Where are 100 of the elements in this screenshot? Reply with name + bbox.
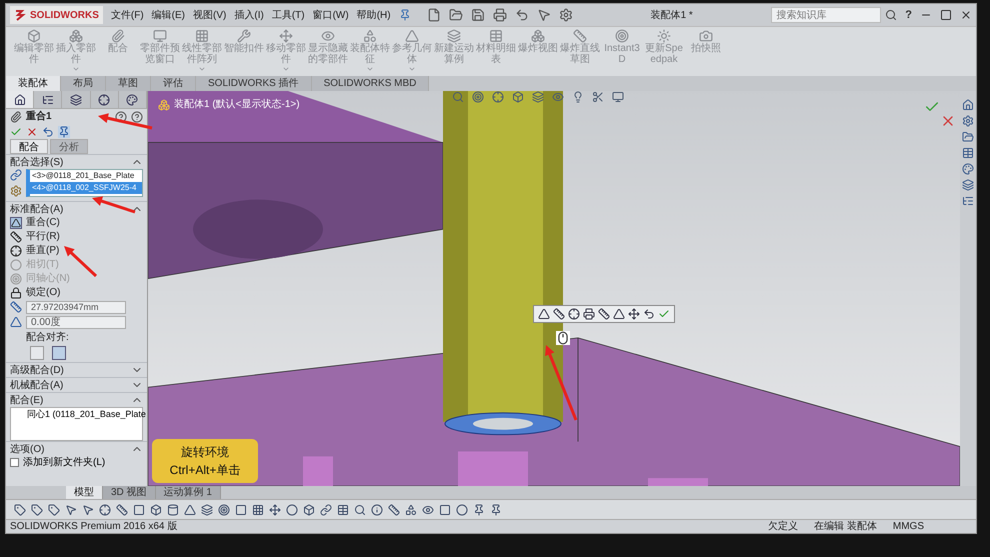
view-tool-icon[interactable] [472,91,484,103]
ok-icon[interactable] [10,126,22,138]
command-tab[interactable]: SOLIDWORKS 插件 [196,76,312,91]
status-units[interactable]: MMGS [892,519,924,534]
mate-tool-icon[interactable] [583,308,595,320]
undo-icon[interactable] [514,8,529,22]
pointer-icon[interactable] [65,504,77,516]
save-icon[interactable] [470,8,485,22]
view-tool-icon[interactable] [512,91,524,103]
command-tab[interactable]: SOLIDWORKS MBD [312,76,430,91]
menu-item[interactable]: 视图(V) [193,8,226,22]
mate-type-option[interactable]: 锁定(O) [10,286,143,299]
panel-tab[interactable] [62,91,91,108]
task-pane-icon[interactable] [962,195,974,207]
box-icon[interactable] [150,504,162,516]
task-pane-icon[interactable] [962,147,974,159]
mate-item[interactable]: 同心1 (0118_201_Base_Plate [27,408,146,422]
print-icon[interactable] [492,8,507,22]
maximize-icon[interactable] [940,9,952,21]
info-icon[interactable] [371,504,383,516]
view-tool-icon[interactable] [612,91,624,103]
mate-type-option[interactable]: 垂直(P) [10,244,143,257]
feature-tree-root[interactable]: 装配体1 (默认<显示状态-1>) [174,97,300,112]
task-pane-icon[interactable] [962,115,974,127]
pin-icon[interactable] [58,126,70,138]
mate-type-option[interactable]: 平行(R) [10,230,143,243]
mate-tool-icon[interactable] [628,308,640,320]
mate-tool-icon[interactable] [598,308,610,320]
anti-aligned-button[interactable] [52,346,66,360]
pin-icon[interactable] [473,504,485,516]
task-pane-icon[interactable] [962,179,974,191]
square-icon[interactable] [235,504,247,516]
view-tool-icon[interactable] [592,91,604,103]
view-tool-icon[interactable] [572,91,584,103]
mate-tool-icon[interactable] [643,308,655,320]
menu-item[interactable]: 编辑(E) [152,8,186,22]
task-pane-icon[interactable] [962,163,974,175]
search-icon[interactable] [354,504,366,516]
table-icon[interactable] [337,504,349,516]
box-icon[interactable] [303,504,315,516]
command-tab[interactable]: 布局 [61,76,106,91]
panel-tab[interactable] [90,91,119,108]
angle-field[interactable]: 0.00度 [26,316,126,328]
settings-icon[interactable] [558,8,573,22]
menu-item[interactable]: 文件(F) [110,8,144,22]
command-tab[interactable]: 装配体 [6,76,61,91]
menu-item[interactable]: 窗口(W) [312,8,349,22]
mate-tool-icon[interactable] [553,308,565,320]
menu-item[interactable]: 帮助(H) [356,8,391,22]
menu-item[interactable]: 工具(T) [272,8,305,22]
triangle-icon[interactable] [184,504,196,516]
model-tab[interactable]: 3D 视图 [103,486,156,499]
tag-icon[interactable] [31,504,43,516]
grid-icon[interactable] [252,504,264,516]
tag-icon[interactable] [14,504,26,516]
task-pane-icon[interactable] [962,131,974,143]
view-tool-icon[interactable] [532,91,544,103]
pointer-icon[interactable] [536,8,551,22]
cancel-icon[interactable] [26,126,38,138]
eye-icon[interactable] [422,504,434,516]
selection-item[interactable]: <3>@0118_201_Base_Plate [30,170,142,182]
crosshair-icon[interactable] [99,504,111,516]
model-tab[interactable]: 运动算例 1 [156,486,221,499]
pin-icon[interactable] [490,504,502,516]
search-field[interactable]: 搜索知识库 [771,7,882,23]
circle-icon[interactable] [456,504,468,516]
distance-field[interactable]: 27.97203947mm [26,300,126,314]
close-icon[interactable] [960,9,972,21]
panel-subtab[interactable]: 分析 [50,139,88,154]
square-icon[interactable] [133,504,145,516]
mate-tool-icon[interactable] [613,308,625,320]
task-pane-icon[interactable] [962,99,974,111]
help-button[interactable]: ? [905,6,912,24]
new-file-icon[interactable] [426,8,441,22]
ruler-icon[interactable] [388,504,400,516]
ruler-icon[interactable] [116,504,128,516]
target-icon[interactable] [218,504,230,516]
help-icon[interactable] [131,110,143,122]
panel-subtab[interactable]: 配合 [10,139,48,154]
panel-tab[interactable] [34,91,62,108]
open-folder-icon[interactable] [448,8,463,22]
help-icon[interactable] [115,110,127,122]
panel-tab[interactable] [118,91,148,108]
square-icon[interactable] [439,504,451,516]
search-icon[interactable] [885,9,898,21]
panel-tab[interactable] [6,91,34,108]
checkbox[interactable] [10,458,19,467]
undo-icon[interactable] [42,126,54,138]
view-tool-icon[interactable] [492,91,504,103]
pin-icon[interactable] [398,9,411,21]
model-tab[interactable]: 模型 [66,486,103,499]
command-tab[interactable]: 草图 [106,76,151,91]
circle-icon[interactable] [286,504,298,516]
shapes-icon[interactable] [405,504,417,516]
layers-icon[interactable] [201,504,213,516]
menu-item[interactable]: 插入(I) [234,8,264,22]
link-icon[interactable] [320,504,332,516]
mate-tool-icon[interactable] [538,308,550,320]
move-icon[interactable] [269,504,281,516]
mate-tool-icon[interactable] [568,308,580,320]
